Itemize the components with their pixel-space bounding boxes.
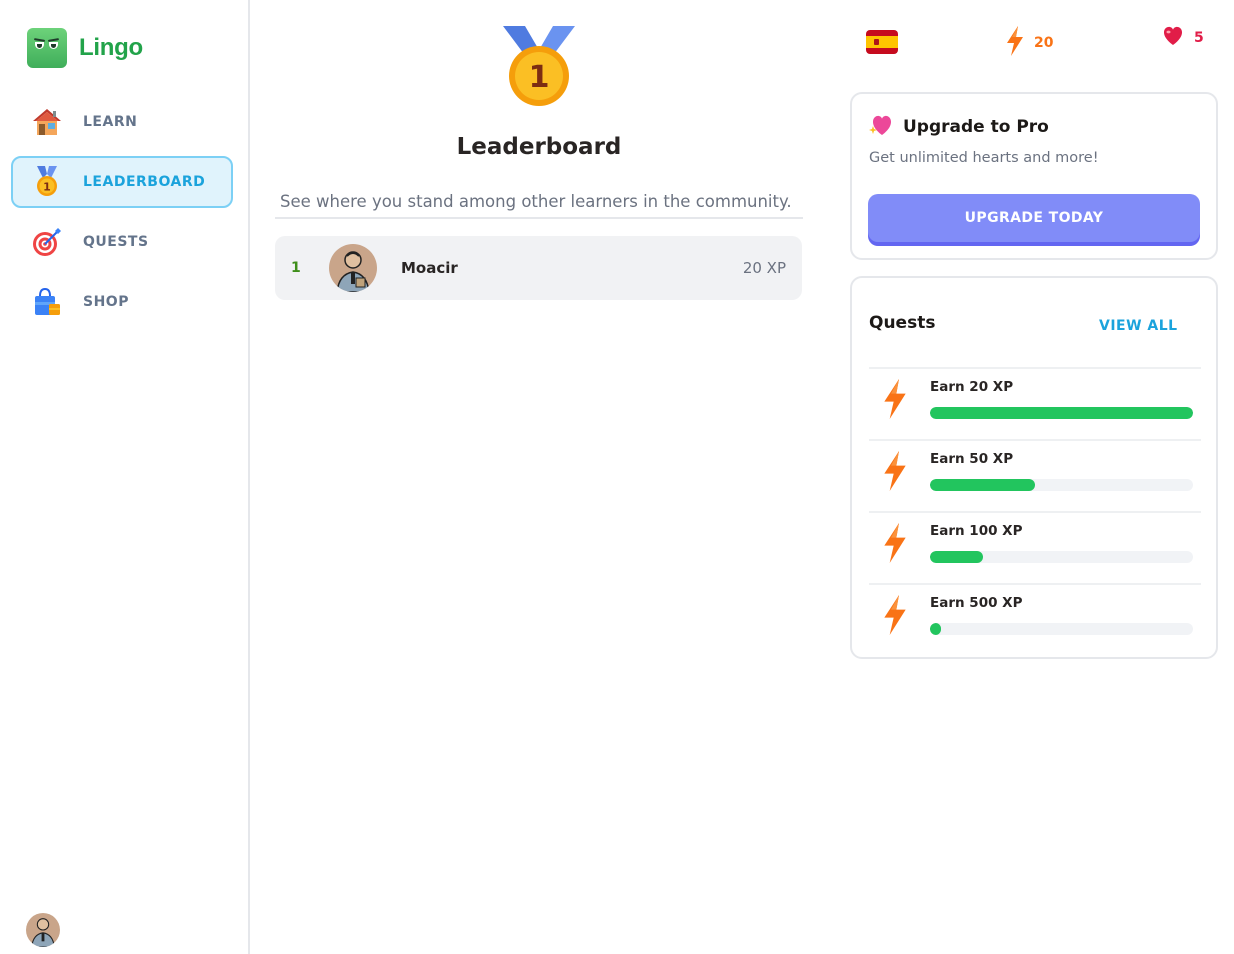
lightning-icon xyxy=(1006,26,1024,60)
sidebar-item-label: QUESTS xyxy=(83,234,149,250)
house-icon xyxy=(31,106,63,138)
shopping-bag-icon xyxy=(31,286,63,318)
quest-progress-fill xyxy=(930,407,1193,419)
sidebar-item-leaderboard[interactable]: 1 LEADERBOARD xyxy=(11,156,233,208)
mascot-logo-icon xyxy=(27,28,67,68)
page-title: Leaderboard xyxy=(456,134,622,160)
spain-flag-icon[interactable] xyxy=(866,30,898,54)
quest-progress-fill xyxy=(930,623,941,635)
quest-label: Earn 50 XP xyxy=(930,451,1014,467)
avatar xyxy=(329,244,377,292)
lightning-icon xyxy=(883,451,911,491)
upgrade-card: Upgrade to Pro Get unlimited hearts and … xyxy=(850,92,1218,260)
quest-label: Earn 20 XP xyxy=(930,379,1014,395)
lightning-icon xyxy=(883,595,911,635)
user-stats: 20 5 xyxy=(866,26,1211,58)
quest-progress-bar xyxy=(930,551,1193,563)
brand[interactable]: Lingo xyxy=(27,28,143,68)
view-all-link[interactable]: VIEW ALL xyxy=(1099,318,1178,334)
sidebar-item-label: SHOP xyxy=(83,294,129,310)
sidebar-item-learn[interactable]: LEARN xyxy=(11,96,233,148)
xp-stat[interactable]: 20 xyxy=(1006,26,1053,60)
quest-progress-fill xyxy=(930,551,983,563)
quest-progress-fill xyxy=(930,479,1036,491)
upgrade-title: Upgrade to Pro xyxy=(903,117,1049,137)
upgrade-button[interactable]: UPGRADE TODAY xyxy=(868,194,1200,242)
medal-number: 1 xyxy=(529,60,550,95)
sidebar: Lingo LEARN 1 LEADERBOARD QUESTS SHOP xyxy=(0,0,250,954)
sidebar-nav: LEARN 1 LEADERBOARD QUESTS SHOP xyxy=(11,96,233,336)
quest-item: Earn 20 XP xyxy=(869,367,1201,439)
upgrade-subtitle: Get unlimited hearts and more! xyxy=(869,150,1099,166)
hearts-stat[interactable]: 5 xyxy=(1162,26,1204,50)
svg-text:1: 1 xyxy=(43,181,51,194)
quest-item: Earn 50 XP xyxy=(869,439,1201,511)
medal-icon: 1 xyxy=(31,166,63,198)
quests-card: Quests VIEW ALL Earn 20 XP Earn 50 XP Ea… xyxy=(850,276,1218,659)
quest-item: Earn 500 XP xyxy=(869,583,1201,655)
quest-label: Earn 500 XP xyxy=(930,595,1023,611)
quest-progress-bar xyxy=(930,407,1193,419)
quest-list: Earn 20 XP Earn 50 XP Earn 100 XP Earn 5… xyxy=(869,367,1201,655)
sidebar-item-quests[interactable]: QUESTS xyxy=(11,216,233,268)
upgrade-header: Upgrade to Pro xyxy=(869,114,1049,140)
xp-count: 20 xyxy=(1034,35,1054,51)
heart-icon xyxy=(1162,26,1184,50)
leaderboard-name: Moacir xyxy=(401,259,458,277)
leaderboard-xp: 20 XP xyxy=(742,259,786,277)
brand-name: Lingo xyxy=(79,34,143,61)
quest-item: Earn 100 XP xyxy=(869,511,1201,583)
leaderboard-rank: 1 xyxy=(291,260,301,276)
lightning-icon xyxy=(883,523,911,563)
quests-title: Quests xyxy=(869,313,936,333)
sidebar-item-shop[interactable]: SHOP xyxy=(11,276,233,328)
lightning-icon xyxy=(883,379,911,419)
quest-progress-bar xyxy=(930,623,1193,635)
sidebar-item-label: LEARN xyxy=(83,114,138,130)
user-avatar[interactable] xyxy=(26,913,60,947)
quest-progress-bar xyxy=(930,479,1193,491)
sidebar-item-label: LEADERBOARD xyxy=(83,174,206,190)
sparkling-heart-icon xyxy=(869,114,893,140)
hearts-count: 5 xyxy=(1194,30,1204,46)
quest-label: Earn 100 XP xyxy=(930,523,1023,539)
page-subtitle: See where you stand among other learners… xyxy=(275,192,803,219)
medal-icon: 1 xyxy=(501,24,577,110)
leaderboard-row[interactable]: 1 Moacir 20 XP xyxy=(275,236,802,300)
target-icon xyxy=(31,226,63,258)
